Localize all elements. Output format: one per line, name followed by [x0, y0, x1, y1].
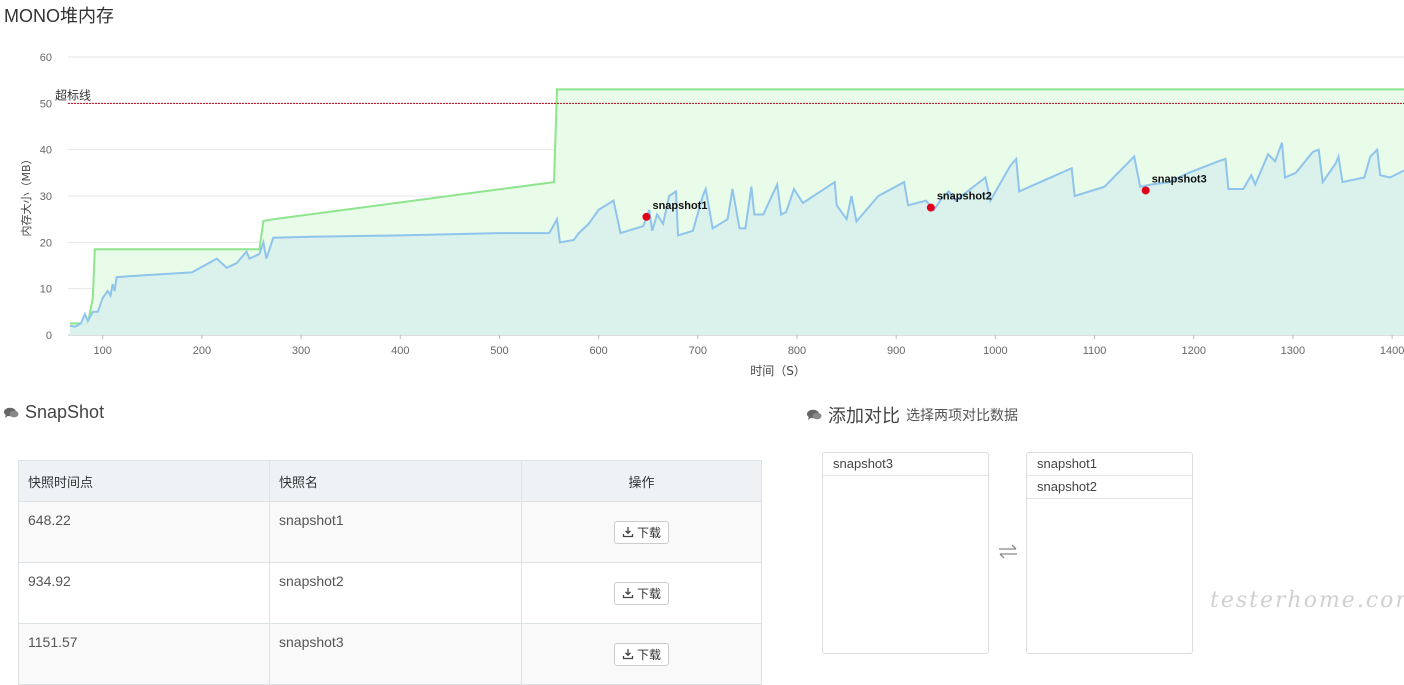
x-tick-label: 900	[887, 345, 905, 357]
swap-icon[interactable]	[997, 543, 1019, 564]
download-label: 下载	[636, 525, 661, 540]
x-tick-label: 400	[391, 345, 409, 357]
list-item[interactable]: snapshot1	[1027, 453, 1192, 476]
snapshot-marker	[1141, 186, 1150, 195]
snapshot-time-cell: 934.92	[18, 562, 270, 624]
snapshot-name-cell: snapshot3	[269, 623, 522, 685]
download-icon	[622, 649, 634, 660]
snapshot-table: 快照时间点 快照名 操作 648.22 snapshot1 下载 934.92 …	[18, 460, 762, 685]
compare-title-text: 添加对比	[828, 406, 900, 426]
snapshot-title-text: SnapShot	[25, 402, 105, 422]
x-tick-label: 200	[193, 345, 211, 357]
table-row: 934.92 snapshot2 下载	[18, 562, 762, 624]
column-header-name: 快照名	[269, 460, 522, 502]
list-item[interactable]: snapshot2	[1027, 476, 1192, 499]
x-tick-label: 1400	[1380, 345, 1404, 357]
x-tick-label: 600	[589, 345, 607, 357]
comments-icon	[4, 407, 19, 419]
download-button[interactable]: 下载	[613, 520, 669, 544]
snapshot-time-cell: 648.22	[18, 501, 270, 563]
download-icon	[622, 588, 634, 599]
snapshot-marker-label: snapshot3	[1152, 173, 1207, 185]
list-item[interactable]: snapshot3	[823, 453, 988, 476]
y-tick-label: 30	[40, 191, 52, 203]
comments-icon	[807, 409, 822, 421]
snapshot-name-cell: snapshot2	[269, 562, 522, 624]
column-header-action: 操作	[521, 460, 762, 502]
download-label: 下载	[636, 647, 661, 662]
compare-section-title: 添加对比 选择两项对比数据	[807, 402, 1018, 428]
table-row: 648.22 snapshot1 下载	[18, 501, 762, 563]
x-tick-label: 100	[94, 345, 112, 357]
snapshot-section-title: SnapShot	[4, 402, 104, 423]
snapshot-marker	[926, 203, 935, 212]
y-tick-label: 0	[46, 330, 52, 342]
x-tick-label: 1100	[1083, 345, 1107, 357]
threshold-label: 超标线	[55, 87, 91, 102]
y-tick-label: 40	[40, 145, 52, 157]
action-cell: 下载	[521, 623, 762, 685]
available-snapshots-list[interactable]: snapshot3	[822, 452, 989, 654]
y-tick-label: 10	[40, 284, 52, 296]
compare-subtitle: 选择两项对比数据	[906, 407, 1018, 423]
x-tick-label: 1300	[1281, 345, 1305, 357]
x-tick-label: 500	[490, 345, 508, 357]
x-tick-label: 700	[689, 345, 707, 357]
download-button[interactable]: 下载	[613, 642, 669, 666]
download-button[interactable]: 下载	[613, 581, 669, 605]
table-header-row: 快照时间点 快照名 操作	[18, 460, 762, 502]
x-axis-title: 时间（S）	[750, 364, 806, 378]
snapshot-time-cell: 1151.57	[18, 623, 270, 685]
snapshot-marker-label: snapshot2	[937, 191, 992, 203]
download-label: 下载	[636, 586, 661, 601]
y-tick-label: 60	[40, 52, 52, 64]
y-tick-label: 50	[40, 98, 52, 110]
snapshot-marker	[642, 212, 651, 221]
x-tick-label: 1000	[983, 345, 1007, 357]
watermark: testerhome.com	[1210, 588, 1404, 613]
download-icon	[622, 527, 634, 538]
snapshot-marker-label: snapshot1	[652, 200, 707, 212]
x-tick-label: 300	[292, 345, 310, 357]
y-tick-label: 20	[40, 237, 52, 249]
memory-chart: 0 10 20 30 40 50 60 100 200 300 400 500 600 700 800 900…	[19, 52, 1404, 378]
snapshot-name-cell: snapshot1	[269, 501, 522, 563]
y-axis-title: 内存大小（MB）	[19, 153, 33, 236]
action-cell: 下载	[521, 562, 762, 624]
x-tick-label: 800	[788, 345, 806, 357]
action-cell: 下载	[521, 501, 762, 563]
table-row: 1151.57 snapshot3 下载	[18, 623, 762, 685]
selected-snapshots-list[interactable]: snapshot1 snapshot2	[1026, 452, 1193, 654]
x-tick-label: 1200	[1181, 345, 1205, 357]
column-header-time: 快照时间点	[18, 460, 270, 502]
